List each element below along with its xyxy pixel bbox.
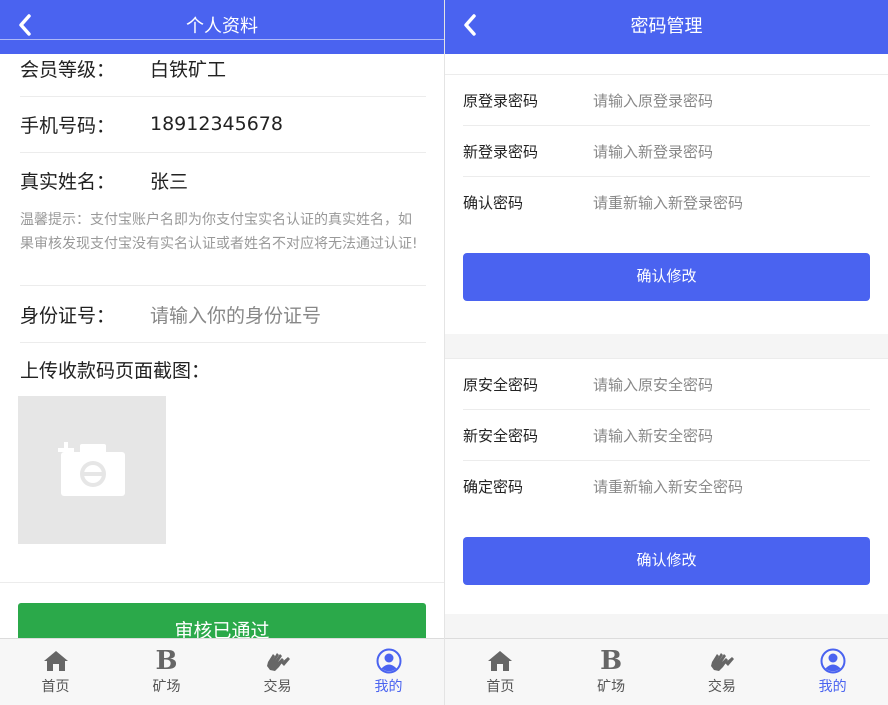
real-name-value: 张三 bbox=[150, 170, 189, 193]
handshake-icon bbox=[710, 653, 734, 671]
member-level-value: 白铁矿工 bbox=[150, 58, 227, 81]
bottom-tab-bar: 首页 B 矿场 交易 我的 bbox=[445, 638, 888, 705]
home-icon bbox=[488, 651, 513, 671]
tab-mine-field[interactable]: B 矿场 bbox=[111, 639, 222, 705]
tab-mine-field-label: 矿场 bbox=[152, 679, 181, 695]
old-login-password-row[interactable]: 原登录密码 请输入原登录密码 bbox=[463, 75, 870, 126]
confirm-security-password-input[interactable]: 请重新输入新安全密码 bbox=[593, 476, 743, 497]
id-number-row[interactable]: 身份证号： 请输入你的身份证号 bbox=[20, 285, 426, 343]
old-security-password-input[interactable]: 请输入原安全密码 bbox=[593, 374, 713, 395]
user-circle-icon bbox=[820, 648, 846, 674]
new-security-password-label: 新安全密码 bbox=[463, 426, 539, 445]
profile-screen: 个人资料 会员等级： 白铁矿工 手机号码： 18912345678 真实姓名： … bbox=[0, 0, 444, 705]
new-security-password-row[interactable]: 新安全密码 请输入新安全密码 bbox=[463, 410, 870, 461]
tab-trade[interactable]: 交易 bbox=[667, 639, 778, 705]
real-name-label: 真实姓名： bbox=[20, 170, 116, 193]
confirm-login-password-input[interactable]: 请重新输入新登录密码 bbox=[593, 192, 743, 213]
tab-mine-label: 我的 bbox=[374, 679, 403, 695]
upload-label: 上传收款码页面截图： bbox=[20, 360, 211, 382]
page-title: 密码管理 bbox=[630, 16, 703, 37]
confirm-security-password-row[interactable]: 确定密码 请重新输入新安全密码 bbox=[463, 461, 870, 511]
upload-image-button[interactable] bbox=[18, 396, 166, 544]
new-login-password-input[interactable]: 请输入新登录密码 bbox=[593, 141, 713, 162]
tab-mine-label: 我的 bbox=[818, 679, 847, 695]
bottom-tab-bar: 首页 B 矿场 交易 我的 bbox=[0, 638, 444, 705]
confirm-login-password-button[interactable]: 确认修改 bbox=[463, 253, 870, 301]
user-circle-icon bbox=[376, 648, 401, 674]
tab-mine-field-label: 矿场 bbox=[597, 679, 626, 695]
phone-row: 手机号码： 18912345678 bbox=[20, 96, 426, 153]
confirm-security-password-button[interactable]: 确认修改 bbox=[463, 537, 870, 585]
section-divider bbox=[0, 582, 444, 583]
tab-trade-label: 交易 bbox=[263, 679, 292, 695]
tab-mine[interactable]: 我的 bbox=[777, 639, 888, 705]
id-number-input[interactable]: 请输入你的身份证号 bbox=[150, 301, 321, 328]
b-letter-icon: B bbox=[155, 646, 178, 676]
real-name-row: 真实姓名： 张三 bbox=[20, 152, 426, 208]
section-gap bbox=[445, 334, 888, 358]
home-icon bbox=[43, 651, 68, 671]
confirm-login-password-row[interactable]: 确认密码 请重新输入新登录密码 bbox=[463, 177, 870, 227]
member-level-row: 会员等级： 白铁矿工 bbox=[20, 40, 426, 97]
tab-mine-field[interactable]: B 矿场 bbox=[556, 639, 667, 705]
phone-value: 18912345678 bbox=[150, 113, 283, 135]
new-security-password-input[interactable]: 请输入新安全密码 bbox=[593, 425, 713, 446]
b-letter-icon: B bbox=[600, 646, 623, 676]
member-level-label: 会员等级： bbox=[20, 58, 116, 81]
tab-mine[interactable]: 我的 bbox=[333, 639, 444, 705]
tab-home-label: 首页 bbox=[486, 679, 515, 695]
new-login-password-row[interactable]: 新登录密码 请输入新登录密码 bbox=[463, 126, 870, 177]
confirm-security-password-label: 确定密码 bbox=[463, 477, 524, 496]
old-login-password-label: 原登录密码 bbox=[463, 91, 539, 110]
new-login-password-label: 新登录密码 bbox=[463, 142, 539, 161]
old-security-password-label: 原安全密码 bbox=[463, 375, 539, 394]
tab-trade-label: 交易 bbox=[707, 679, 736, 695]
old-login-password-input[interactable]: 请输入原登录密码 bbox=[593, 90, 713, 111]
password-screen: 密码管理 原登录密码 请输入原登录密码 新登录密码 请输入新登录密码 确认密码 … bbox=[444, 0, 888, 705]
section-gap bbox=[445, 614, 888, 640]
password-header: 密码管理 bbox=[445, 0, 888, 54]
tab-home[interactable]: 首页 bbox=[445, 639, 556, 705]
old-security-password-row[interactable]: 原安全密码 请输入原安全密码 bbox=[463, 359, 870, 410]
tab-home-label: 首页 bbox=[41, 679, 70, 695]
id-number-label: 身份证号： bbox=[20, 304, 116, 327]
confirm-login-password-label: 确认密码 bbox=[463, 193, 524, 212]
camera-add-icon bbox=[58, 442, 125, 496]
warm-tip: 温馨提示：支付宝账户名即为你支付宝实名认证的真实姓名，如果审核发现支付宝没有实名… bbox=[20, 212, 418, 252]
tab-trade[interactable]: 交易 bbox=[222, 639, 333, 705]
tab-home[interactable]: 首页 bbox=[0, 639, 111, 705]
handshake-icon bbox=[266, 653, 290, 671]
phone-label: 手机号码： bbox=[20, 114, 116, 137]
app-screens: 个人资料 会员等级： 白铁矿工 手机号码： 18912345678 真实姓名： … bbox=[0, 0, 888, 705]
